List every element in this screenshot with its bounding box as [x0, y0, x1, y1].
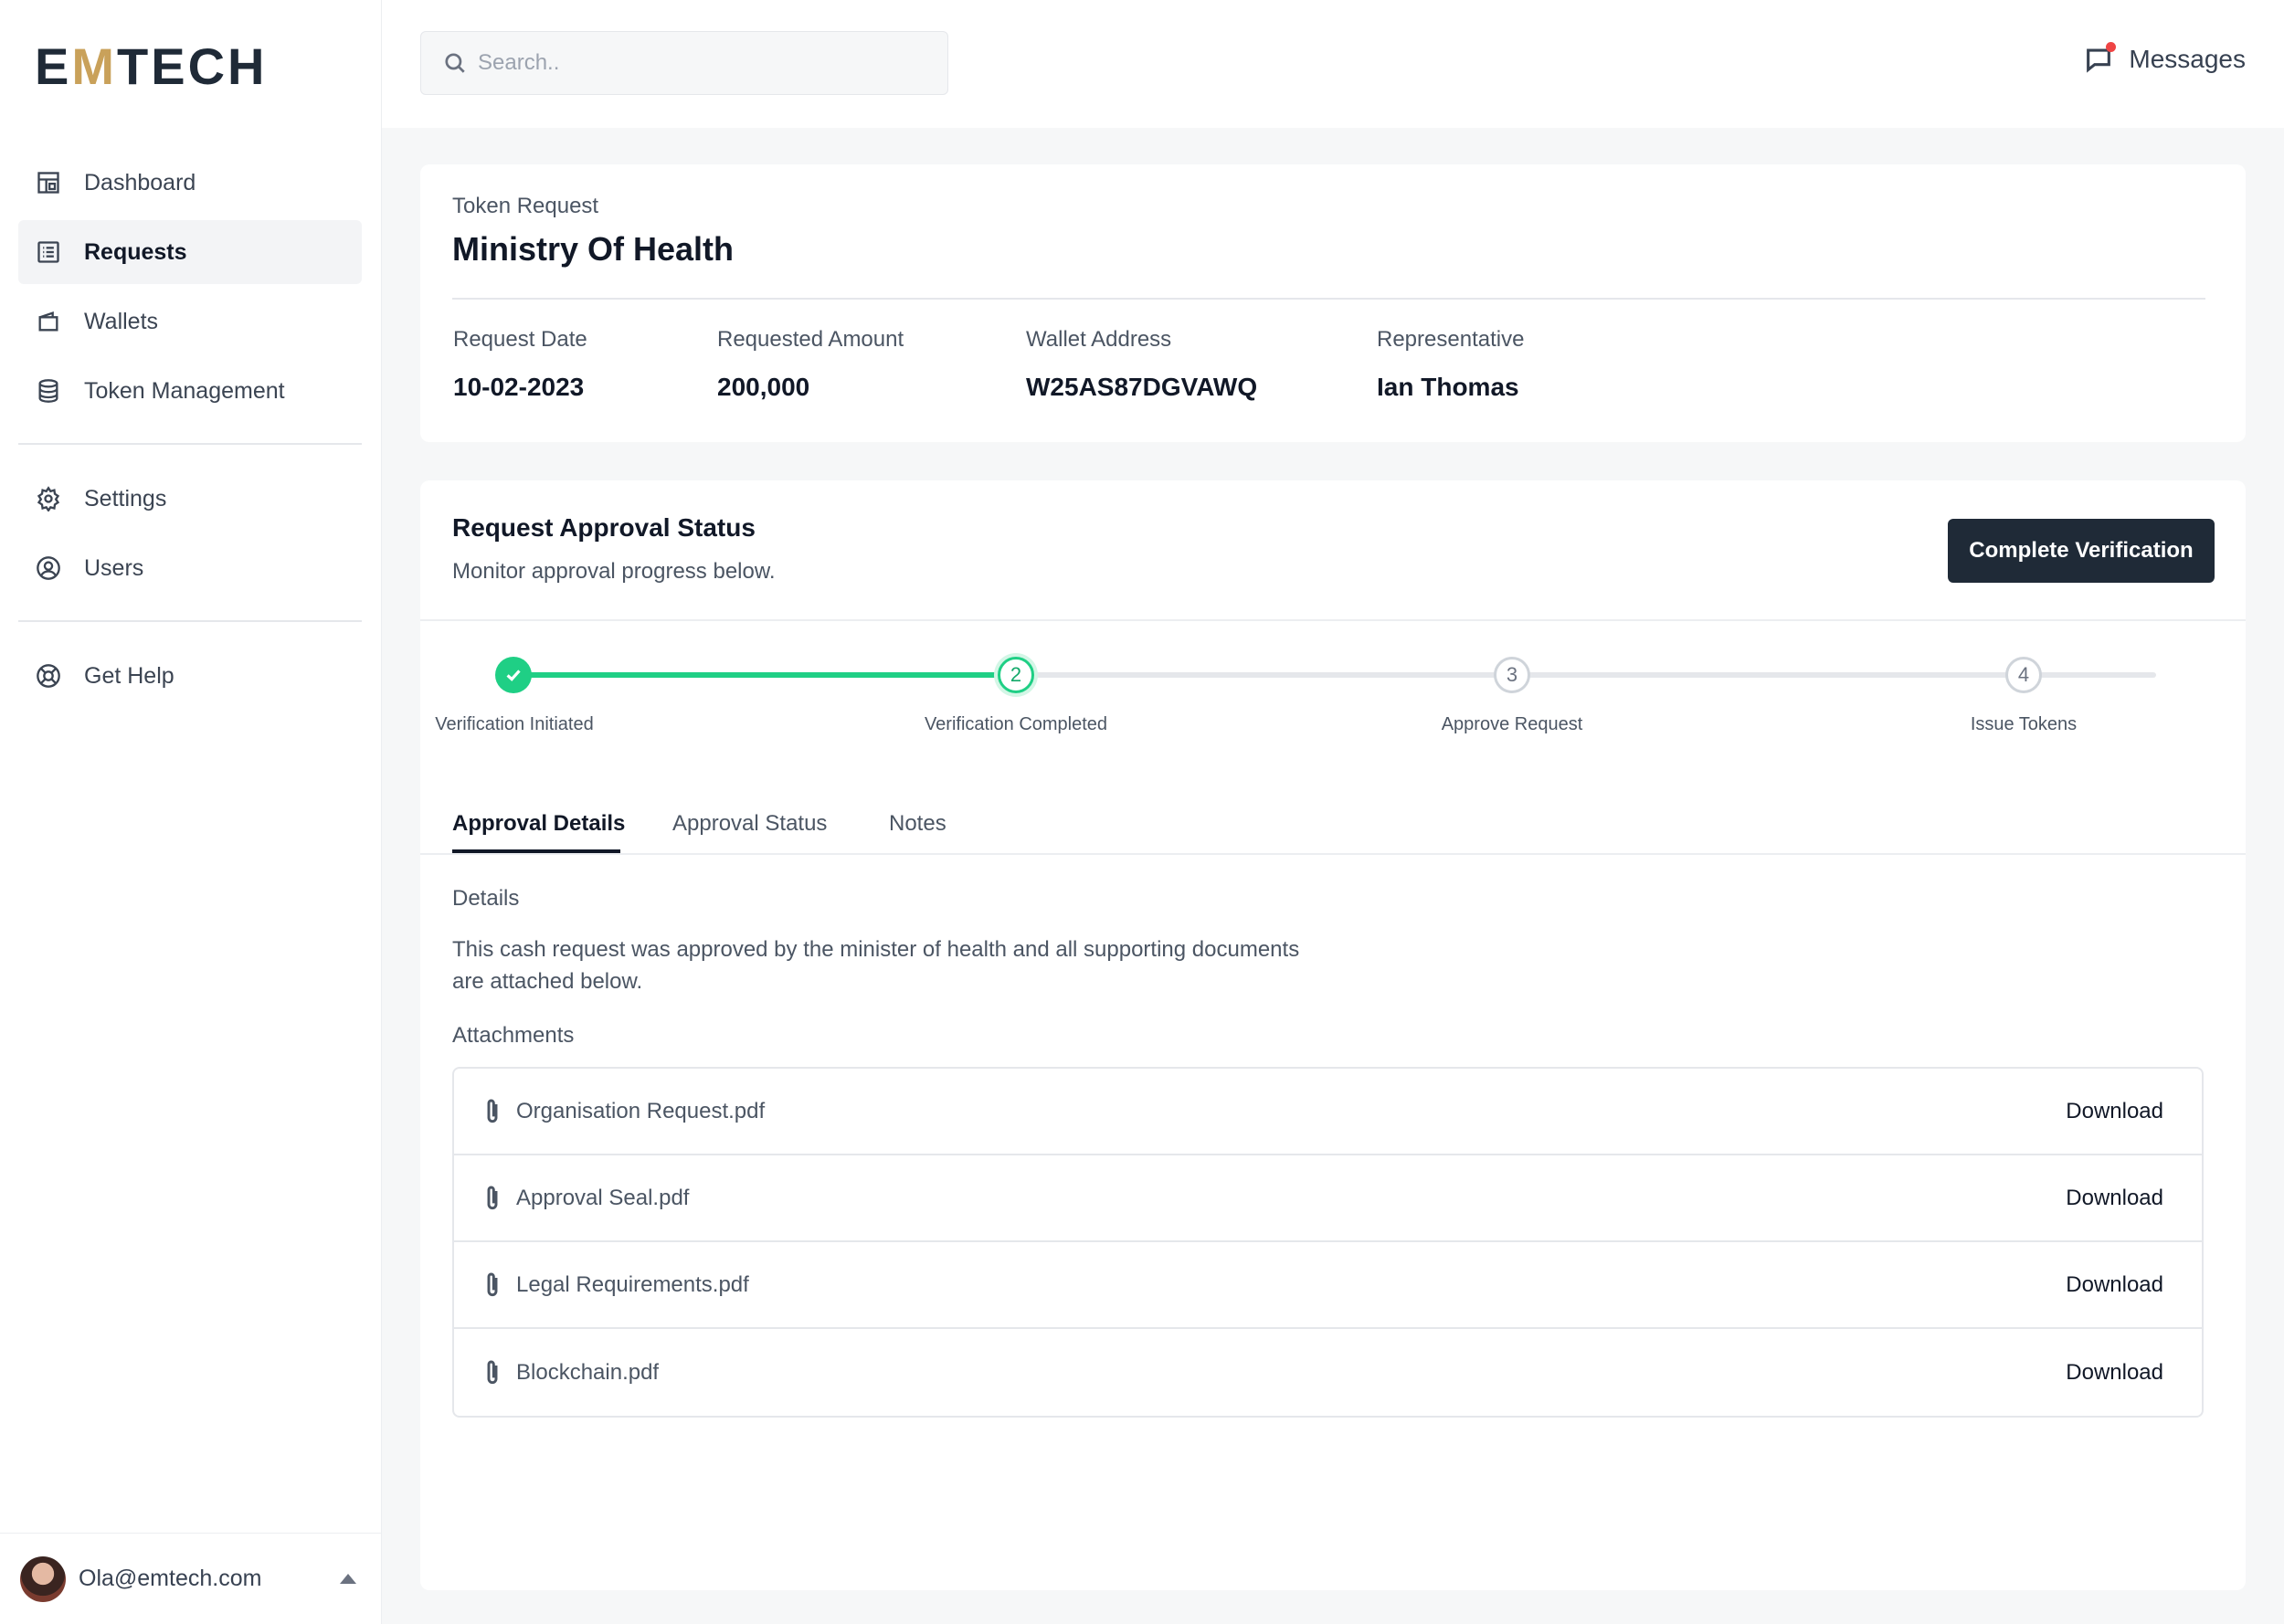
- user-email: Ola@emtech.com: [79, 1566, 262, 1591]
- sidebar-item-label: Dashboard: [84, 169, 196, 195]
- tab-approval-status[interactable]: Approval Status: [672, 811, 827, 837]
- sidebar-item-label: Get Help: [84, 662, 174, 689]
- attachment-name[interactable]: Blockchain.pdf: [516, 1360, 2066, 1386]
- messages-label: Messages: [2129, 45, 2246, 73]
- step-label: Verification Initiated: [435, 714, 594, 734]
- notification-dot: [2106, 42, 2117, 52]
- database-icon: [35, 377, 62, 405]
- sidebar-item-requests[interactable]: Requests: [18, 220, 362, 284]
- sidebar: EMTECH Dashboard Requests Wallets Token …: [0, 0, 382, 1624]
- attachment-row: Legal Requirements.pdf Download: [454, 1242, 2202, 1329]
- step-2-indicator: 2: [998, 657, 1034, 693]
- stepper-progress: [513, 672, 1025, 678]
- meta-value: Ian Thomas: [1377, 373, 1519, 401]
- search-icon: [445, 53, 465, 73]
- attachment-row: Blockchain.pdf Download: [454, 1329, 2202, 1416]
- meta-label: Wallet Address: [1026, 327, 1172, 352]
- attachment-name[interactable]: Legal Requirements.pdf: [516, 1272, 2066, 1298]
- download-link[interactable]: Download: [2066, 1186, 2163, 1211]
- meta-request-date: Request Date 10-02-2023: [453, 327, 587, 402]
- messages-button[interactable]: Messages: [2083, 42, 2246, 75]
- attachment-name[interactable]: Approval Seal.pdf: [516, 1186, 2066, 1211]
- wallet-icon: [35, 308, 62, 335]
- divider: [452, 298, 2205, 300]
- step-1-check-icon: [495, 657, 532, 693]
- meta-value: 200,000: [717, 373, 810, 401]
- step-label: Issue Tokens: [1970, 714, 2078, 734]
- tabs-divider: [420, 853, 2246, 855]
- paperclip-icon: [481, 1184, 503, 1213]
- meta-requested-amount: Requested Amount 200,000: [717, 327, 904, 402]
- sidebar-item-label: Settings: [84, 485, 167, 511]
- section-subtitle: Monitor approval progress below.: [452, 559, 776, 584]
- approval-status-card: Request Approval Status Monitor approval…: [420, 480, 2246, 1590]
- step-label: Approve Request: [1441, 714, 1583, 734]
- emtech-logo[interactable]: EMTECH: [35, 37, 267, 96]
- step-4-indicator: 4: [2005, 657, 2042, 693]
- sidebar-divider: [18, 443, 362, 445]
- section-title: Request Approval Status: [452, 513, 756, 542]
- page-title: Ministry Of Health: [452, 230, 735, 268]
- caret-up-icon[interactable]: [340, 1574, 356, 1584]
- divider: [420, 619, 2246, 621]
- details-heading: Details: [452, 886, 520, 911]
- sidebar-item-get-help[interactable]: Get Help: [18, 644, 362, 708]
- attachments-heading: Attachments: [452, 1023, 575, 1048]
- sidebar-item-dashboard[interactable]: Dashboard: [18, 151, 362, 215]
- gear-icon: [35, 485, 62, 512]
- attachment-row: Approval Seal.pdf Download: [454, 1155, 2202, 1242]
- sidebar-item-token-management[interactable]: Token Management: [18, 359, 362, 423]
- request-summary-card: Token Request Ministry Of Health Request…: [420, 164, 2246, 442]
- search-box[interactable]: [420, 31, 948, 95]
- tab-notes[interactable]: Notes: [889, 811, 946, 837]
- attachment-name[interactable]: Organisation Request.pdf: [516, 1099, 2066, 1124]
- user-circle-icon: [35, 554, 62, 582]
- list-icon: [35, 238, 62, 266]
- download-link[interactable]: Download: [2066, 1099, 2163, 1124]
- sidebar-item-label: Wallets: [84, 308, 159, 334]
- paperclip-icon: [481, 1271, 503, 1300]
- chat-bubble-icon: [2083, 42, 2117, 75]
- sidebar-item-users[interactable]: Users: [18, 536, 362, 600]
- download-link[interactable]: Download: [2066, 1272, 2163, 1298]
- lifebuoy-icon: [35, 662, 62, 690]
- request-kicker: Token Request: [452, 194, 599, 218]
- sidebar-item-label: Requests: [84, 238, 187, 265]
- sidebar-item-label: Users: [84, 554, 144, 581]
- sidebar-item-label: Token Management: [84, 377, 285, 404]
- meta-label: Request Date: [453, 327, 587, 352]
- avatar: [20, 1555, 66, 1602]
- topbar: Messages: [382, 0, 2284, 128]
- search-input[interactable]: [478, 50, 916, 76]
- sidebar-nav: Dashboard Requests Wallets Token Managem…: [18, 151, 362, 713]
- meta-value: W25AS87DGVAWQ: [1026, 373, 1258, 401]
- dashboard-icon: [35, 169, 62, 196]
- meta-label: Representative: [1377, 327, 1525, 352]
- paperclip-icon: [481, 1097, 503, 1126]
- sidebar-item-settings[interactable]: Settings: [18, 467, 362, 531]
- meta-representative: Representative Ian Thomas: [1377, 327, 1524, 402]
- download-link[interactable]: Download: [2066, 1360, 2163, 1386]
- user-menu[interactable]: Ola@emtech.com: [0, 1533, 382, 1624]
- sidebar-item-wallets[interactable]: Wallets: [18, 290, 362, 353]
- meta-wallet-address: Wallet Address W25AS87DGVAWQ: [1026, 327, 1257, 402]
- attachments-list: Organisation Request.pdf Download Approv…: [452, 1067, 2204, 1418]
- sidebar-divider: [18, 620, 362, 622]
- attachment-row: Organisation Request.pdf Download: [454, 1069, 2202, 1155]
- details-text: This cash request was approved by the mi…: [452, 937, 1300, 994]
- meta-label: Requested Amount: [717, 327, 904, 352]
- step-3-indicator: 3: [1494, 657, 1530, 693]
- meta-value: 10-02-2023: [453, 373, 585, 401]
- tab-approval-details[interactable]: Approval Details: [452, 811, 625, 837]
- step-label: Verification Completed: [924, 714, 1108, 734]
- paperclip-icon: [481, 1358, 503, 1387]
- complete-verification-button[interactable]: Complete Verification: [1948, 519, 2215, 583]
